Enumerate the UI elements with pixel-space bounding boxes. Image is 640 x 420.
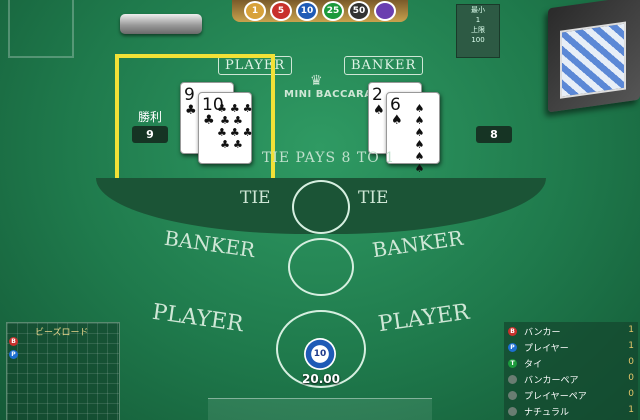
stat-value: 0	[628, 389, 634, 399]
min-limit-label: 最小	[471, 6, 485, 14]
tray-chip: 5	[270, 1, 292, 21]
stat-banker-pair: バンカーペア 0	[508, 372, 636, 387]
baccarat-table: 1 5 10 25 50 最小 1 上限 100 PLAYER BANKER ♛…	[0, 0, 640, 420]
table-limits: 最小 1 上限 100	[456, 4, 500, 58]
shoe-card-back	[560, 21, 626, 99]
bet-chip[interactable]: 10	[304, 338, 336, 370]
min-limit-value: 1	[475, 16, 481, 24]
bead-road-title: ビーズロード	[35, 328, 89, 338]
stat-label: プレイヤー	[524, 344, 569, 354]
max-limit-label: 上限	[471, 26, 485, 34]
stat-value: 1	[628, 325, 634, 335]
max-limit-value: 100	[471, 36, 485, 44]
bead-banker: B	[9, 337, 18, 346]
winning-hand-highlight	[115, 54, 275, 184]
stat-tie: T タイ 0	[508, 356, 636, 371]
tie-bet-spot[interactable]	[292, 180, 350, 234]
tie-label-right: TIE	[358, 188, 389, 208]
stat-value: 0	[628, 357, 634, 367]
tray-chip: 50	[348, 1, 370, 21]
chip-tray: 1 5 10 25 50	[232, 0, 408, 22]
stat-natural: ナチュラル 1	[508, 404, 636, 419]
player-pair-icon	[508, 391, 517, 400]
tray-chip	[374, 1, 396, 21]
tie-pays-text: TIE PAYS 8 TO 1	[262, 150, 396, 166]
dealer-area	[208, 398, 432, 420]
game-title: MINI BACCARAT	[284, 89, 380, 100]
tray-chip: 1	[244, 1, 266, 21]
banker-icon: B	[508, 327, 517, 336]
stat-label: バンカー	[524, 328, 561, 338]
banker-tab: BANKER	[344, 56, 424, 75]
natural-icon	[508, 407, 517, 416]
player-label-left: PLAYER	[150, 299, 245, 338]
stat-player-pair: プレイヤーペア 0	[508, 388, 636, 403]
spade-pips-icon: ♠ ♠ ♠ ♠ ♠ ♠	[414, 102, 428, 175]
discard-tray	[8, 0, 74, 58]
spade-icon: ♠	[373, 103, 385, 118]
stat-player: P プレイヤー 1	[508, 340, 636, 355]
tray-chip: 10	[296, 1, 318, 21]
card-shoe	[548, 0, 640, 113]
spade-icon: ♠	[391, 113, 403, 128]
bet-amount: 20.00	[302, 372, 340, 386]
card-rack	[120, 14, 202, 34]
card-rank: 2	[372, 85, 383, 105]
player-icon: P	[508, 343, 517, 352]
crown-icon: ♛	[310, 73, 323, 89]
stat-label: プレイヤーペア	[524, 392, 587, 402]
banker-pair-icon	[508, 375, 517, 384]
tray-chip: 25	[322, 1, 344, 21]
stat-banker: B バンカー 1	[508, 324, 636, 339]
player-label-right: PLAYER	[376, 299, 471, 338]
stat-value: 1	[628, 341, 634, 351]
banker-score: 8	[476, 126, 512, 143]
stat-label: タイ	[524, 360, 543, 370]
bead-road: ビーズロード B P	[6, 322, 120, 420]
stat-value: 1	[628, 405, 634, 415]
stat-label: ナチュラル	[524, 408, 570, 418]
tie-icon: T	[508, 359, 517, 368]
statistics-panel: B バンカー 1 P プレイヤー 1 T タイ 0 バンカーペア 0 プレイヤー…	[504, 322, 638, 420]
stat-label: バンカーペア	[524, 376, 579, 386]
tie-label-left: TIE	[240, 188, 271, 208]
card-rank: 6	[390, 95, 401, 115]
stat-value: 0	[628, 373, 634, 383]
banker-bet-spot[interactable]	[288, 238, 354, 296]
bead-player: P	[9, 350, 18, 359]
